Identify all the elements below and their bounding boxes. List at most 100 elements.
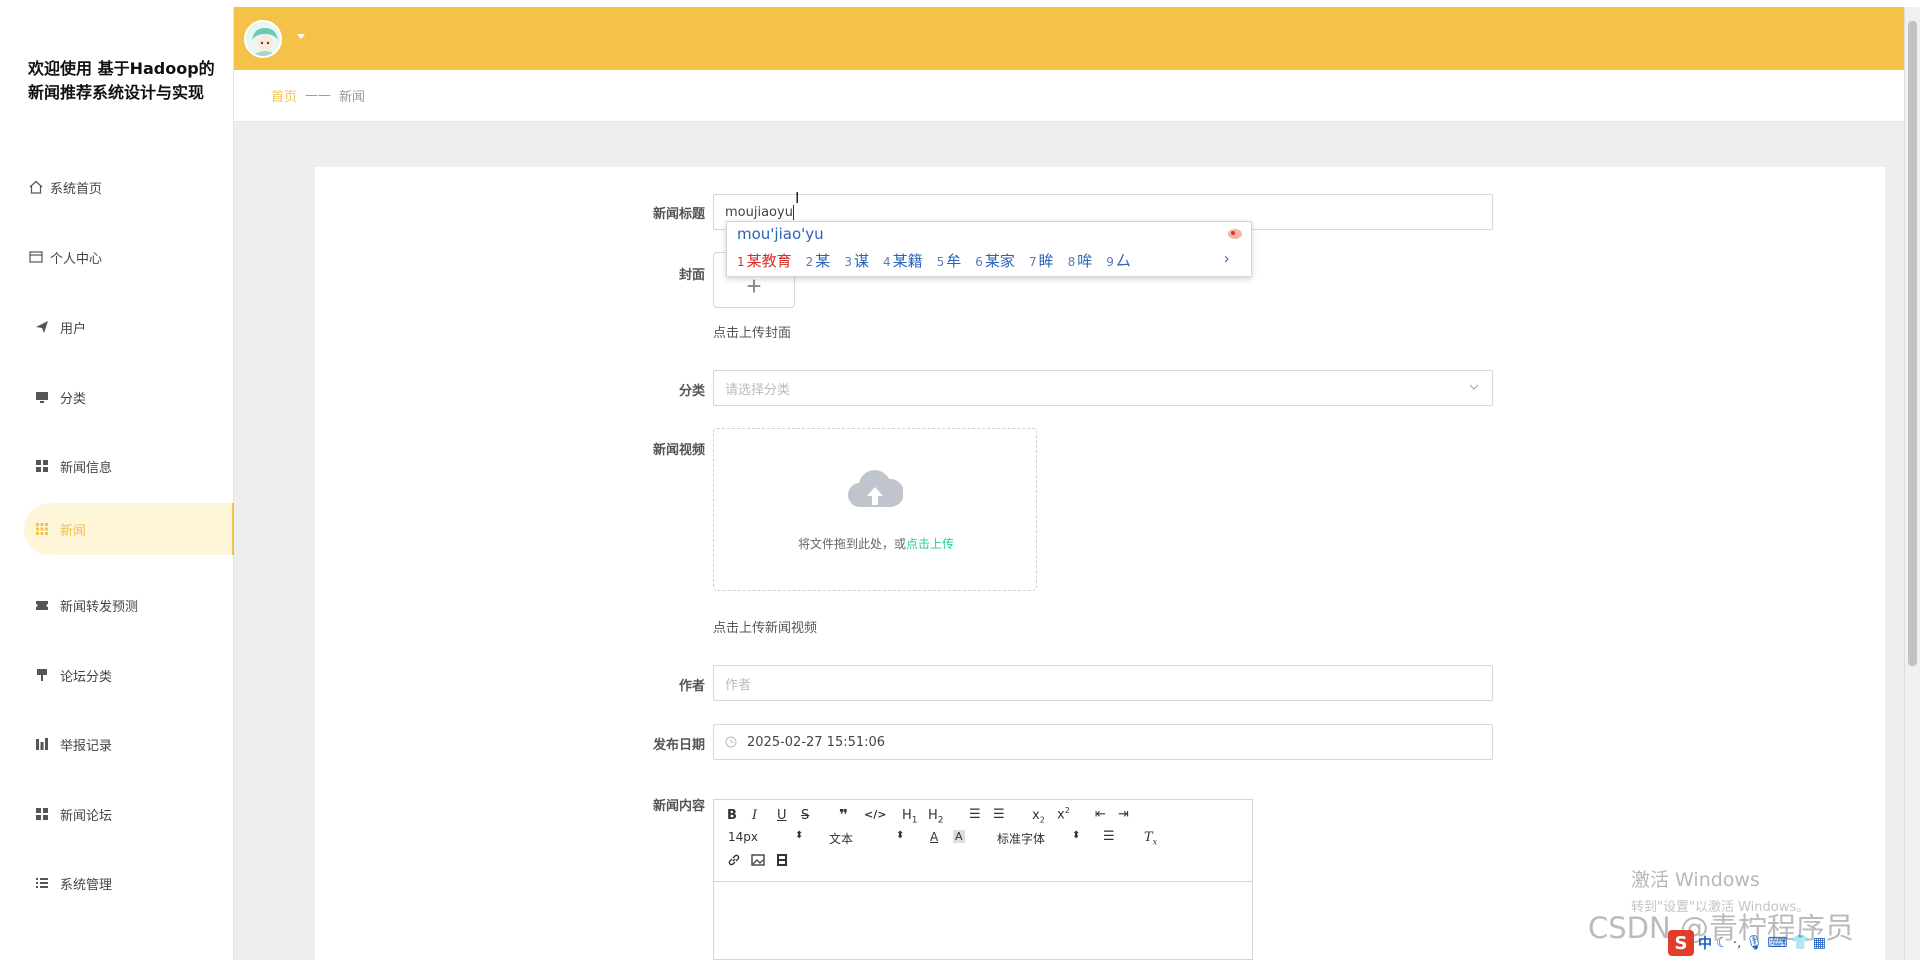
ime-candidate[interactable]: 2某 [806, 250, 831, 271]
sidebar-item-reports[interactable]: 举报记录 [0, 718, 234, 770]
sidebar-item-label: 个人中心 [50, 251, 103, 267]
h1-button[interactable]: H1 [902, 808, 918, 826]
video-hint: 点击上传新闻视频 [713, 621, 818, 636]
ime-skin-icon[interactable] [1227, 227, 1243, 245]
sidebar-item-label: 新闻 [60, 523, 87, 539]
h2-button[interactable]: H2 [928, 808, 944, 826]
superscript-button[interactable]: x2 [1057, 806, 1070, 822]
font-family-select[interactable]: 标准字体 [997, 830, 1045, 847]
sidebar-item-label: 举报记录 [60, 738, 113, 754]
punctuation-icon[interactable]: ·, [1733, 935, 1742, 951]
ime-candidate[interactable]: 1 某教育 [737, 250, 792, 271]
ime-next-page-icon[interactable]: › [1224, 250, 1229, 267]
sidebar-item-news[interactable]: 新闻 [24, 503, 234, 555]
font-size-select[interactable]: 14px [728, 830, 758, 844]
signpost-icon [34, 667, 50, 683]
sidebar-item-label: 新闻转发预测 [60, 599, 139, 615]
text-cursor [792, 204, 794, 220]
author-placeholder: 作者 [725, 677, 752, 693]
dropzone-upload-link[interactable]: 点击上传 [906, 537, 954, 551]
sidebar-item-label: 新闻信息 [60, 460, 113, 476]
shirt-icon[interactable]: 👕 [1791, 935, 1808, 951]
bullet-list-icon[interactable]: ☰ [993, 807, 1005, 822]
chevron-down-icon[interactable] [297, 34, 305, 39]
align-icon[interactable]: ☰ [1103, 829, 1115, 844]
ime-candidate[interactable]: 8哞 [1068, 250, 1093, 271]
keyboard-icon[interactable]: ⌨ [1767, 935, 1787, 951]
blockquote-button[interactable]: ❞ [839, 806, 848, 824]
grid-menu-icon[interactable]: ▦ [1813, 935, 1826, 951]
list-icon [34, 875, 50, 891]
sidebar-item-users[interactable]: 用户 [0, 301, 234, 353]
cloud-upload-icon [847, 467, 905, 516]
bold-button[interactable]: B [727, 808, 737, 823]
link-icon[interactable] [727, 853, 741, 871]
sidebar-item-forum-category[interactable]: 论坛分类 [0, 649, 234, 701]
image-icon[interactable] [751, 853, 765, 871]
ime-candidate[interactable]: 4 某籍 [883, 250, 923, 271]
cover-label: 封面 [678, 268, 705, 283]
code-button[interactable]: </> [864, 808, 886, 821]
breadcrumb-home[interactable]: 首页 [271, 86, 297, 105]
indent-icon[interactable]: ⇥ [1118, 807, 1129, 822]
category-label: 分类 [678, 384, 705, 399]
sidebar-item-label: 系统管理 [60, 877, 113, 893]
sidebar-item-news-info[interactable]: 新闻信息 [0, 440, 234, 492]
bar-chart-icon [34, 736, 50, 752]
sidebar-item-news-forum[interactable]: 新闻论坛 [0, 788, 234, 840]
send-icon [34, 319, 50, 335]
video-label: 新闻视频 [652, 443, 705, 458]
ime-candidate[interactable]: 5牟 [937, 250, 962, 271]
category-select[interactable]: 请选择分类 [713, 370, 1493, 406]
breadcrumb: 首页 —— 新闻 [234, 70, 1904, 122]
clock-icon [725, 736, 737, 748]
dropzone-text-label: 将文件拖到此处，或 [797, 537, 906, 551]
ime-lang-indicator[interactable]: 中 [1698, 933, 1712, 953]
font-color-button[interactable]: A [930, 830, 938, 844]
underline-button[interactable]: U [777, 808, 787, 823]
sidebar-item-forward-predict[interactable]: 新闻转发预测 [0, 579, 234, 631]
sidebar-item-category[interactable]: 分类 [0, 371, 234, 423]
scrollbar-thumb[interactable] [1908, 21, 1917, 666]
moon-icon[interactable]: ☾ [1716, 935, 1729, 951]
outdent-icon[interactable]: ⇤ [1095, 807, 1106, 822]
text-cursor-icon: I [795, 190, 800, 207]
rich-text-editor[interactable]: B I U S ❞ </> H1 H2 ☰ ☰ x2 x2 ⇤ ⇥ 14px ⬍… [713, 799, 1253, 960]
grid-icon [34, 806, 50, 822]
ime-candidate[interactable]: 6 某家 [975, 250, 1015, 271]
avatar[interactable] [244, 20, 282, 58]
date-label: 发布日期 [652, 738, 705, 753]
date-picker[interactable]: 2025-02-27 15:51:06 [713, 724, 1493, 760]
chevron-down-icon [1468, 381, 1480, 397]
italic-button[interactable]: I [752, 808, 757, 823]
sogou-logo-icon[interactable]: S [1668, 930, 1694, 956]
subscript-button[interactable]: x2 [1032, 808, 1045, 825]
editor-toolbar: B I U S ❞ </> H1 H2 ☰ ☰ x2 x2 ⇤ ⇥ 14px ⬍… [714, 800, 1252, 882]
ime-candidate[interactable]: 3谋 [844, 250, 869, 271]
author-label: 作者 [678, 679, 705, 694]
microphone-icon[interactable]: 🎙 [1745, 935, 1763, 951]
title-label: 新闻标题 [652, 207, 705, 222]
breadcrumb-current: 新闻 [339, 90, 366, 105]
video-dropzone[interactable]: 将文件拖到此处，或点击上传 [713, 428, 1037, 591]
sidebar-item-label: 论坛分类 [60, 669, 113, 685]
page-scrollbar[interactable] [1904, 7, 1920, 960]
clear-format-button[interactable]: Tx [1144, 830, 1157, 847]
ordered-list-icon[interactable]: ☰ [969, 807, 981, 822]
video-icon[interactable] [775, 853, 789, 871]
sidebar-item-home[interactable]: 系统首页 [0, 161, 234, 213]
app-window: 欢迎使用 基于Hadoop的新闻推荐系统设计与实现 系统首页 个人中心 用户 分… [0, 0, 1920, 960]
background-color-button[interactable]: A [953, 830, 965, 843]
profile-icon [28, 249, 44, 265]
sidebar-item-label: 分类 [60, 391, 87, 407]
sidebar-item-profile[interactable]: 个人中心 [0, 231, 234, 283]
ime-candidate[interactable]: 9厶 [1106, 250, 1131, 271]
author-input[interactable]: 作者 [713, 665, 1493, 701]
ime-candidate-popup: mou'jiao'yu 1 某教育 2某 3谋 4 某籍 5牟 6 某家 7眸 8哞 … [726, 221, 1252, 277]
header-select[interactable]: 文本 [829, 830, 853, 847]
ime-candidate[interactable]: 7眸 [1029, 250, 1054, 271]
sidebar-item-system[interactable]: 系统管理 [0, 857, 234, 909]
ticket-icon [34, 597, 50, 613]
strike-button[interactable]: S [801, 808, 809, 823]
date-value: 2025-02-27 15:51:06 [747, 734, 886, 750]
